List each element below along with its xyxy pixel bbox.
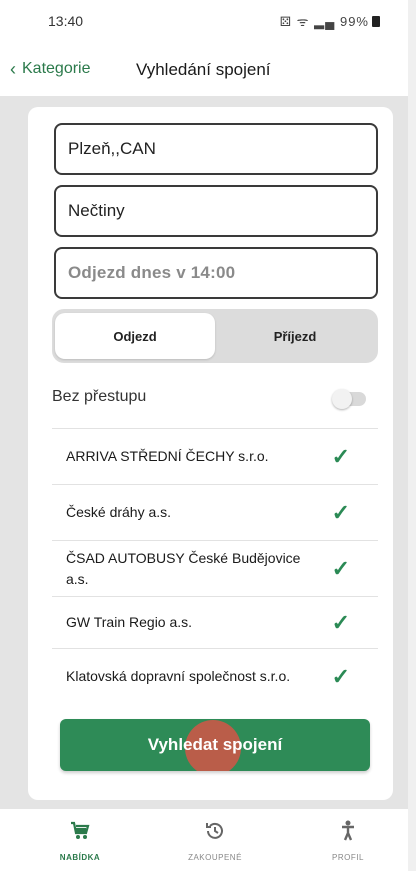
carrier-name: ARRIVA STŘEDNÍ ČECHY s.r.o. [66, 448, 269, 464]
cart-icon [20, 819, 140, 845]
search-button[interactable]: Vyhledat spojení [60, 719, 370, 771]
battery-icon [372, 16, 380, 27]
from-field[interactable]: Plzeň,,CAN [54, 123, 378, 175]
nav-label-offer: NABÍDKA [59, 853, 101, 862]
carrier-name: GW Train Regio a.s. [66, 614, 193, 630]
status-icons: ⚄ ᯤ ▂▄ 99% [280, 12, 380, 30]
nav-item-profile[interactable]: PROFIL [288, 819, 408, 862]
app-screen: 13:40 ⚄ ᯤ ▂▄ 99% ‹ Kategorie Vyhledání s… [0, 0, 416, 871]
carrier-name: ČSAD AUTOBUSY České Budějovice a.s. [66, 549, 301, 587]
nav-label-purchased: ZAKOUPENÉ [188, 853, 242, 862]
history-icon [155, 819, 275, 845]
bottom-nav: NABÍDKA ZAKOUPENÉ PROFIL [0, 809, 408, 871]
departure-time-field[interactable]: Odjezd dnes v 14:00 [54, 247, 378, 299]
chevron-left-icon: ‹ [10, 59, 16, 79]
carrier-list: ARRIVA STŘEDNÍ ČECHY s.r.o. ✓ České dráh… [52, 428, 378, 704]
search-button-label: Vyhledat spojení [147, 735, 283, 754]
check-icon: ✓ [331, 443, 350, 469]
check-icon: ✓ [331, 663, 350, 689]
from-value: Plzeň,,CAN [68, 139, 156, 158]
status-bar: 13:40 ⚄ ᯤ ▂▄ 99% [0, 0, 408, 38]
carrier-name: České dráhy a.s. [66, 504, 172, 520]
check-icon: ✓ [331, 555, 350, 581]
no-transfer-label: Bez přestupu [52, 388, 147, 405]
back-button[interactable]: ‹ Kategorie [10, 60, 91, 78]
carrier-item[interactable]: GW Train Regio a.s. ✓ [52, 596, 378, 648]
nav-label-profile: PROFIL [332, 853, 364, 862]
carrier-name: Klatovská dopravní společnost s.r.o. [66, 668, 291, 684]
back-label: Kategorie [22, 60, 91, 77]
carrier-item[interactable]: ARRIVA STŘEDNÍ ČECHY s.r.o. ✓ [52, 428, 378, 484]
check-icon: ✓ [331, 609, 350, 635]
departure-arrival-segment: Odjezd Příjezd [52, 309, 378, 363]
nav-item-purchased[interactable]: ZAKOUPENÉ [155, 819, 275, 862]
person-icon [288, 819, 408, 845]
check-icon: ✓ [331, 499, 350, 525]
segment-arrival[interactable]: Příjezd [215, 313, 375, 359]
departure-time-value: Odjezd dnes v 14:00 [68, 263, 236, 282]
no-transfer-toggle[interactable] [332, 389, 366, 409]
nav-item-offer[interactable]: NABÍDKA [20, 819, 140, 862]
top-bar: ‹ Kategorie Vyhledání spojení [0, 38, 408, 96]
carrier-item[interactable]: Klatovská dopravní společnost s.r.o. ✓ [52, 648, 378, 704]
toggle-knob [332, 389, 352, 409]
segment-departure[interactable]: Odjezd [55, 313, 215, 359]
status-icons-text: ⚄ ᯤ ▂▄ 99% [279, 14, 369, 29]
status-time: 13:40 [48, 13, 84, 29]
to-value: Nečtiny [68, 201, 125, 220]
carrier-item[interactable]: České dráhy a.s. ✓ [52, 484, 378, 540]
page-title: Vyhledání spojení [136, 60, 271, 79]
carrier-item[interactable]: ČSAD AUTOBUSY České Budějovice a.s. ✓ [52, 540, 378, 596]
to-field[interactable]: Nečtiny [54, 185, 378, 237]
